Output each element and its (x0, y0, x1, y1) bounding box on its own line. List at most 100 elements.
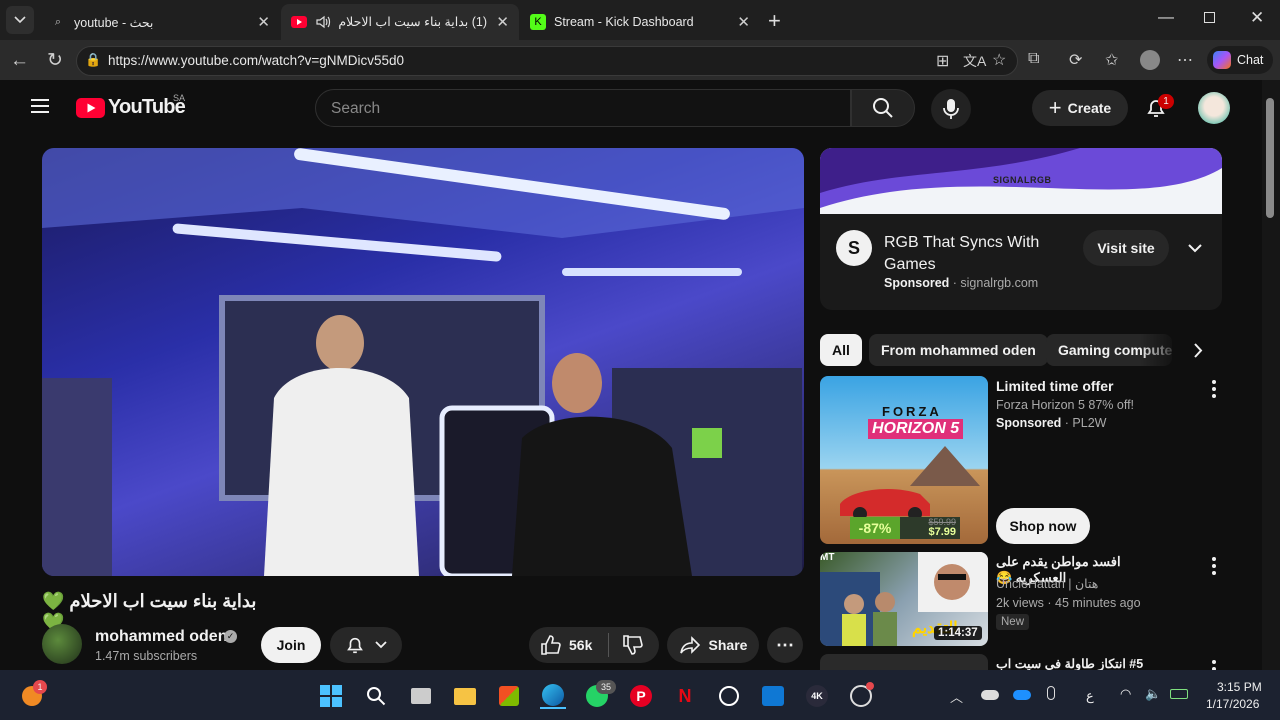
pinterest-icon[interactable]: P (628, 683, 654, 709)
back-icon[interactable]: ← (10, 50, 29, 72)
rec-stats: 2k views · 45 minutes ago (996, 596, 1141, 610)
url-text: https://www.youtube.com/watch?v=gNMDicv5… (108, 53, 405, 68)
scrollbar-thumb[interactable] (1266, 98, 1274, 218)
thumbs-down-icon[interactable] (621, 634, 643, 656)
visit-site-button[interactable]: Visit site (1083, 230, 1169, 266)
edge-browser-icon[interactable] (540, 683, 566, 709)
more-actions-button[interactable]: ⋯ (767, 627, 803, 663)
plus-icon: + (1048, 95, 1062, 120)
rec-channel: UncleHattan | هتان (996, 577, 1099, 591)
reload-icon[interactable]: ↻ (47, 49, 63, 72)
chip-from-channel[interactable]: From mohammed oden (869, 334, 1048, 366)
rec-sponsor-line: Sponsored · PL2W (996, 416, 1107, 430)
tab-actions-menu[interactable] (6, 6, 34, 34)
close-tab-icon[interactable]: ✕ (737, 13, 750, 31)
input-language[interactable]: ع (1086, 688, 1094, 704)
join-button[interactable]: Join (261, 627, 321, 663)
search-input[interactable] (315, 89, 851, 127)
shop-now-button[interactable]: Shop now (996, 508, 1090, 544)
advertiser-name: PL2W (1072, 416, 1107, 430)
sponsored-label: Sponsored (996, 416, 1062, 430)
chatgpt-icon[interactable] (716, 683, 742, 709)
thumbs-up-icon (541, 635, 561, 655)
file-explorer-icon[interactable] (452, 683, 478, 709)
duration-badge: 1:14:37 (934, 626, 982, 640)
chevron-down-icon (14, 16, 26, 24)
like-button[interactable]: 56k (539, 634, 592, 656)
4k-video-downloader-icon[interactable]: 4K (804, 683, 830, 709)
youtube-logo[interactable]: YouTube (76, 96, 186, 119)
more-horizontal-icon: ⋯ (776, 634, 794, 655)
clock-date[interactable]: 1/17/2026 (1206, 697, 1259, 711)
rec-title[interactable]: Limited time offer (996, 378, 1113, 394)
rec-thumbnail-forza[interactable]: FORZA HORIZON 5 -87% $59.99 $7.99 (820, 376, 988, 544)
extensions-icon[interactable]: ⧉ (1028, 50, 1039, 68)
kick-favicon-icon: K (530, 14, 546, 30)
restore-icon[interactable] (1204, 12, 1215, 23)
tab-youtube-video[interactable]: (1) بداية بناء سيت اب الاحلام 💚 ✕ (281, 4, 519, 40)
minimize-icon[interactable]: — (1158, 9, 1174, 27)
netflix-icon[interactable]: N (672, 683, 698, 709)
favorite-star-icon[interactable]: ☆ (992, 50, 1006, 70)
close-window-icon[interactable]: ✕ (1250, 8, 1264, 28)
ad-banner-brand: SIGNALRGB (993, 175, 1052, 185)
advertiser-logo: S (836, 230, 872, 266)
rec-title[interactable]: #5 انتكاز طاولة في سيت اب المتابعين (996, 656, 1168, 670)
microsoft-store-icon[interactable] (496, 683, 522, 709)
tab-youtube-search[interactable]: ⌕ youtube - بحث ✕ (40, 4, 280, 40)
chip-all[interactable]: All (820, 334, 862, 366)
create-button[interactable]: + Create (1032, 90, 1128, 126)
battery-icon[interactable] (1170, 689, 1188, 699)
account-avatar[interactable] (1198, 92, 1230, 124)
tray-overflow-icon[interactable]: ︿ (950, 687, 963, 706)
chevron-down-icon[interactable] (1188, 244, 1202, 253)
video-player[interactable] (42, 148, 804, 576)
translate-icon[interactable]: 文A (963, 51, 986, 71)
task-view-icon[interactable] (408, 683, 434, 709)
like-count: 56k (569, 637, 593, 653)
sponsored-ad-card[interactable]: SIGNALRGB S RGB That Syncs With Games Sp… (820, 148, 1222, 310)
clock-time[interactable]: 3:15 PM (1217, 680, 1262, 694)
microphone-tray-icon[interactable] (1047, 686, 1055, 700)
more-vertical-icon[interactable] (1212, 557, 1216, 578)
forza-brand: FORZA (882, 404, 942, 419)
rec-thumbnail-video[interactable]: MT التقديم 1:14:37 (820, 552, 988, 646)
channel-name[interactable]: mohammed oden (95, 628, 227, 646)
split-screen-icon[interactable]: ⟳ (1069, 50, 1082, 70)
subscription-bell-button[interactable] (330, 627, 402, 663)
apps-icon[interactable]: ⊞ (936, 51, 949, 71)
outlook-icon[interactable] (760, 683, 786, 709)
rec-thumbnail-video-3[interactable] (820, 654, 988, 670)
volume-icon[interactable]: 🔈 (1145, 686, 1161, 702)
wifi-icon[interactable]: ◠ (1120, 686, 1131, 702)
copilot-chat-button[interactable]: Chat (1207, 46, 1273, 74)
guide-menu-icon[interactable] (31, 99, 49, 113)
more-vertical-icon[interactable] (1212, 660, 1216, 670)
new-tab-icon[interactable]: + (768, 8, 781, 34)
rec-subtitle: Forza Horizon 5 87% off! (996, 398, 1135, 412)
close-tab-icon[interactable]: ✕ (496, 13, 509, 31)
chevron-right-icon[interactable] (1193, 343, 1203, 358)
favorites-icon[interactable]: ✩ (1105, 50, 1118, 70)
onedrive-icon[interactable] (981, 690, 999, 700)
discount-badge: -87% (850, 517, 900, 539)
voice-search-button[interactable] (931, 89, 971, 129)
video-frame-scene (42, 148, 804, 576)
profile-avatar-icon[interactable] (1140, 50, 1160, 70)
start-windows-icon[interactable] (318, 683, 344, 709)
close-tab-icon[interactable]: ✕ (257, 13, 270, 31)
channel-avatar[interactable] (42, 624, 82, 664)
search-icon[interactable] (363, 683, 389, 709)
bell-icon (347, 637, 363, 654)
microphone-icon (943, 99, 959, 119)
share-button[interactable]: Share (667, 627, 759, 663)
more-vertical-icon[interactable] (1212, 380, 1216, 401)
site-info-icon[interactable]: 🔒 (85, 52, 101, 68)
more-menu-icon[interactable]: ⋯ (1177, 50, 1193, 70)
onedrive-blue-icon[interactable] (1013, 690, 1031, 700)
tab-kick-dashboard[interactable]: K Stream - Kick Dashboard ✕ (520, 4, 760, 40)
page-scrollbar[interactable] (1262, 80, 1280, 670)
speaker-icon[interactable] (315, 14, 331, 30)
upload-age: 45 minutes ago (1055, 596, 1141, 610)
new-price: $7.99 (928, 526, 956, 538)
